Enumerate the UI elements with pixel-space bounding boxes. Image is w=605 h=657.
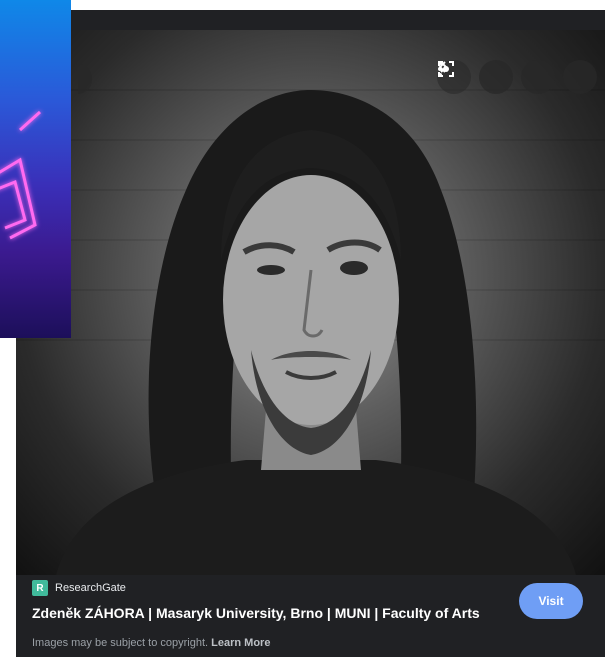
copyright-notice: Images may be subject to copyright. Lear… bbox=[32, 637, 270, 649]
image-viewer-panel bbox=[16, 10, 605, 657]
image-viewer-page: R ResearchGate Zdeněk ZÁHORA | Masaryk U… bbox=[0, 0, 605, 657]
image-toolbar bbox=[437, 60, 605, 94]
result-info: R ResearchGate Zdeněk ZÁHORA | Masaryk U… bbox=[16, 575, 605, 657]
researchgate-logo-icon: R bbox=[32, 580, 48, 596]
chevron-left-icon[interactable] bbox=[438, 60, 555, 94]
copyright-text: Images may be subject to copyright. bbox=[32, 637, 212, 649]
more-vert-icon[interactable] bbox=[438, 60, 513, 94]
visit-button[interactable]: Visit bbox=[519, 583, 583, 619]
previous-result-thumbnail[interactable] bbox=[0, 0, 71, 338]
portrait-photo bbox=[16, 89, 605, 575]
source-row[interactable]: R ResearchGate bbox=[32, 580, 126, 596]
chevron-right-glyph bbox=[440, 61, 448, 73]
source-name: ResearchGate bbox=[55, 582, 126, 594]
chevron-right-icon[interactable] bbox=[440, 60, 597, 94]
neon-letter-graphic bbox=[0, 110, 42, 240]
learn-more-link[interactable]: Learn More bbox=[211, 637, 270, 649]
result-title[interactable]: Zdeněk ZÁHORA | Masaryk University, Brno… bbox=[32, 605, 480, 621]
preview-image[interactable] bbox=[16, 30, 605, 575]
